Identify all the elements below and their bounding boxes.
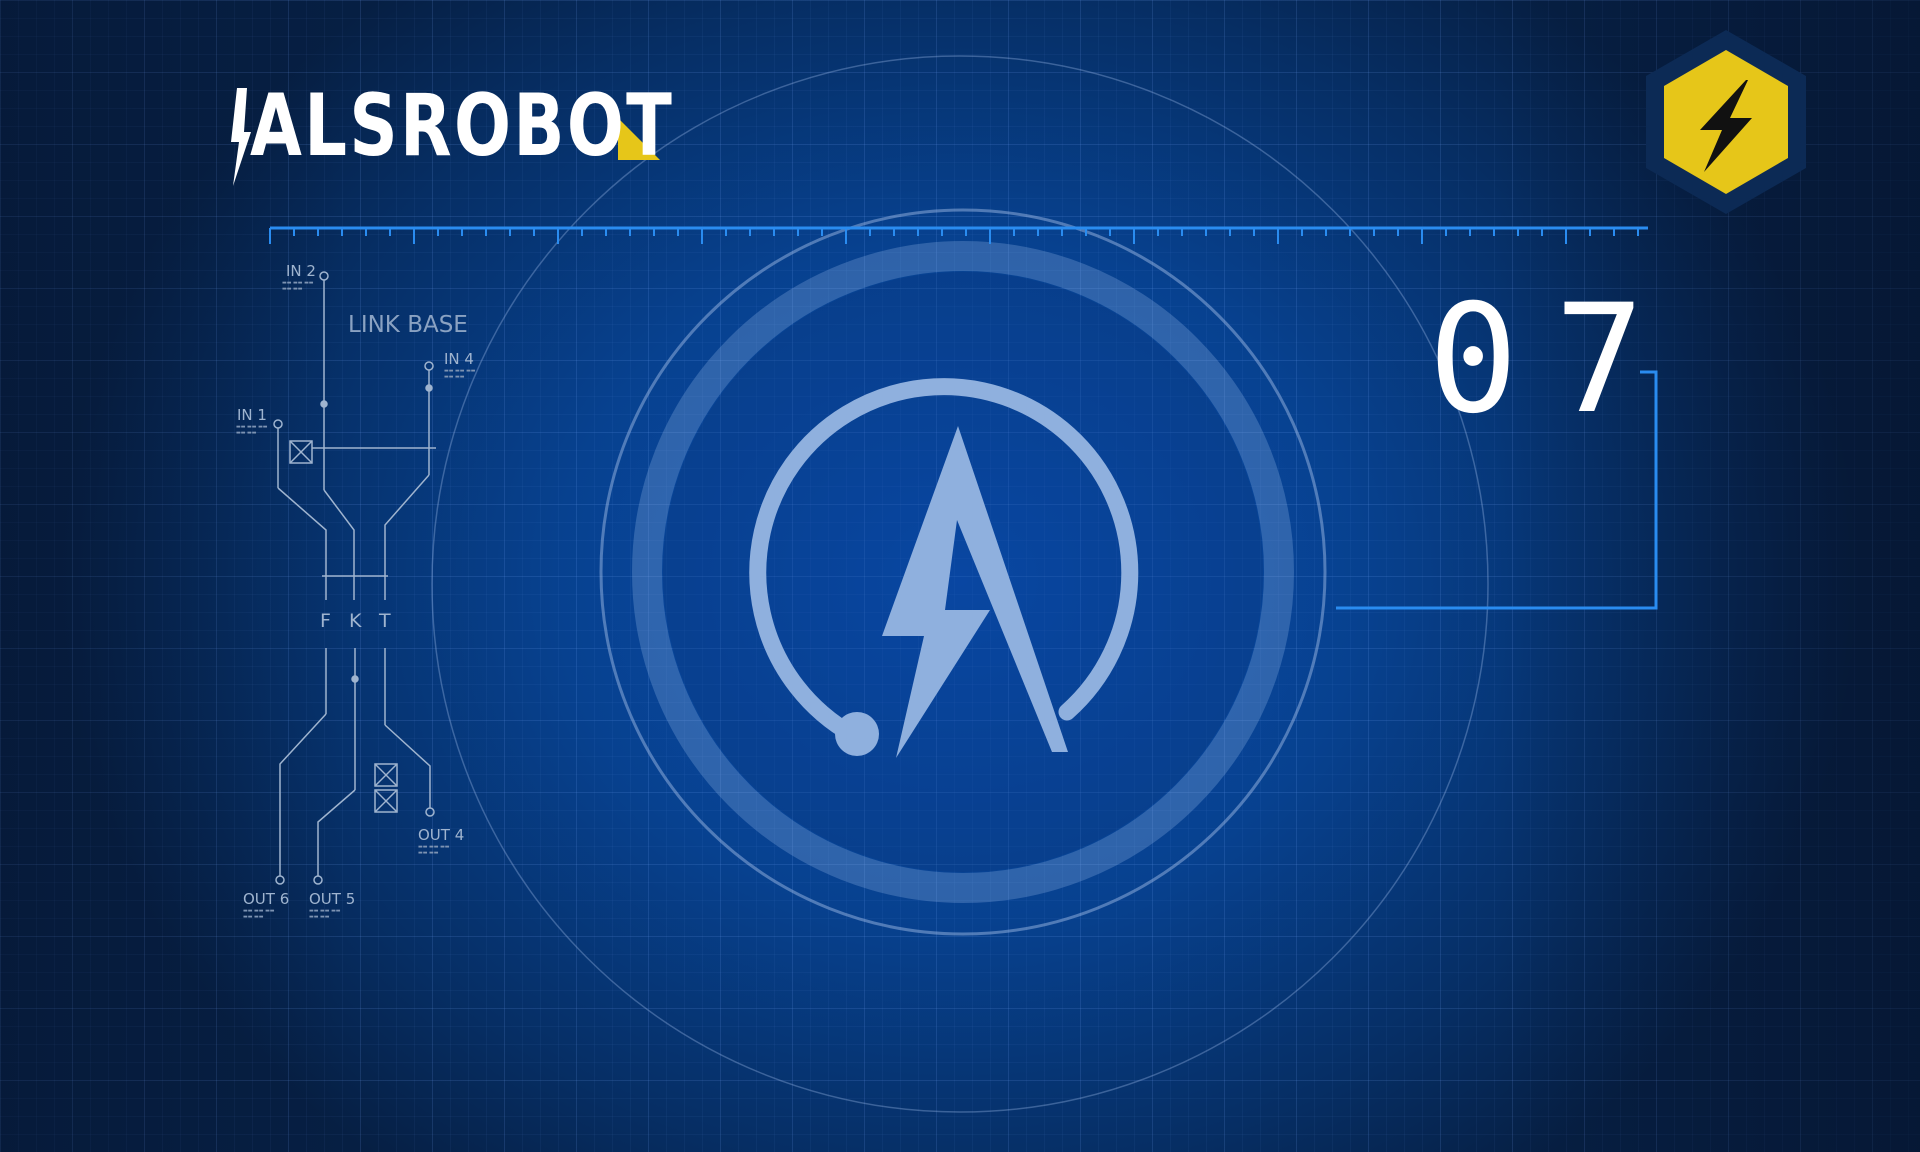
node-letter-t: T	[379, 610, 391, 632]
lightning-bolt-hexagon-icon	[1646, 30, 1806, 214]
circuit-diagram	[273, 271, 436, 885]
pin-fine-print-out5: ▬▬ ▬▬ ▬▬ ▬▬ ▬▬	[309, 908, 341, 920]
pin-fine-print-in2: ▬▬ ▬▬ ▬▬ ▬▬ ▬▬	[282, 280, 314, 292]
slide-counter: 07	[1428, 273, 1681, 447]
pin-label-in4: IN 4	[444, 350, 474, 368]
node-letter-f: F	[320, 610, 331, 632]
pin-fine-print-in4: ▬▬ ▬▬ ▬▬ ▬▬ ▬▬	[444, 368, 476, 380]
pin-fine-print-out6: ▬▬ ▬▬ ▬▬ ▬▬ ▬▬	[243, 908, 275, 920]
node-letter-k: K	[349, 610, 362, 632]
pin-fine-print-in1: ▬▬ ▬▬ ▬▬ ▬▬ ▬▬	[236, 424, 268, 436]
pin-label-out6: OUT 6	[243, 890, 290, 908]
diagram-title: LINK BASE	[348, 312, 468, 338]
brand-wordmark: ALSROBOT	[250, 76, 675, 176]
pin-fine-print-out4: ▬▬ ▬▬ ▬▬ ▬▬ ▬▬	[418, 844, 450, 856]
pin-label-out5: OUT 5	[309, 890, 356, 908]
pin-label-in1: IN 1	[237, 406, 267, 424]
pin-label-out4: OUT 4	[418, 826, 465, 844]
pin-label-in2: IN 2	[286, 262, 316, 280]
